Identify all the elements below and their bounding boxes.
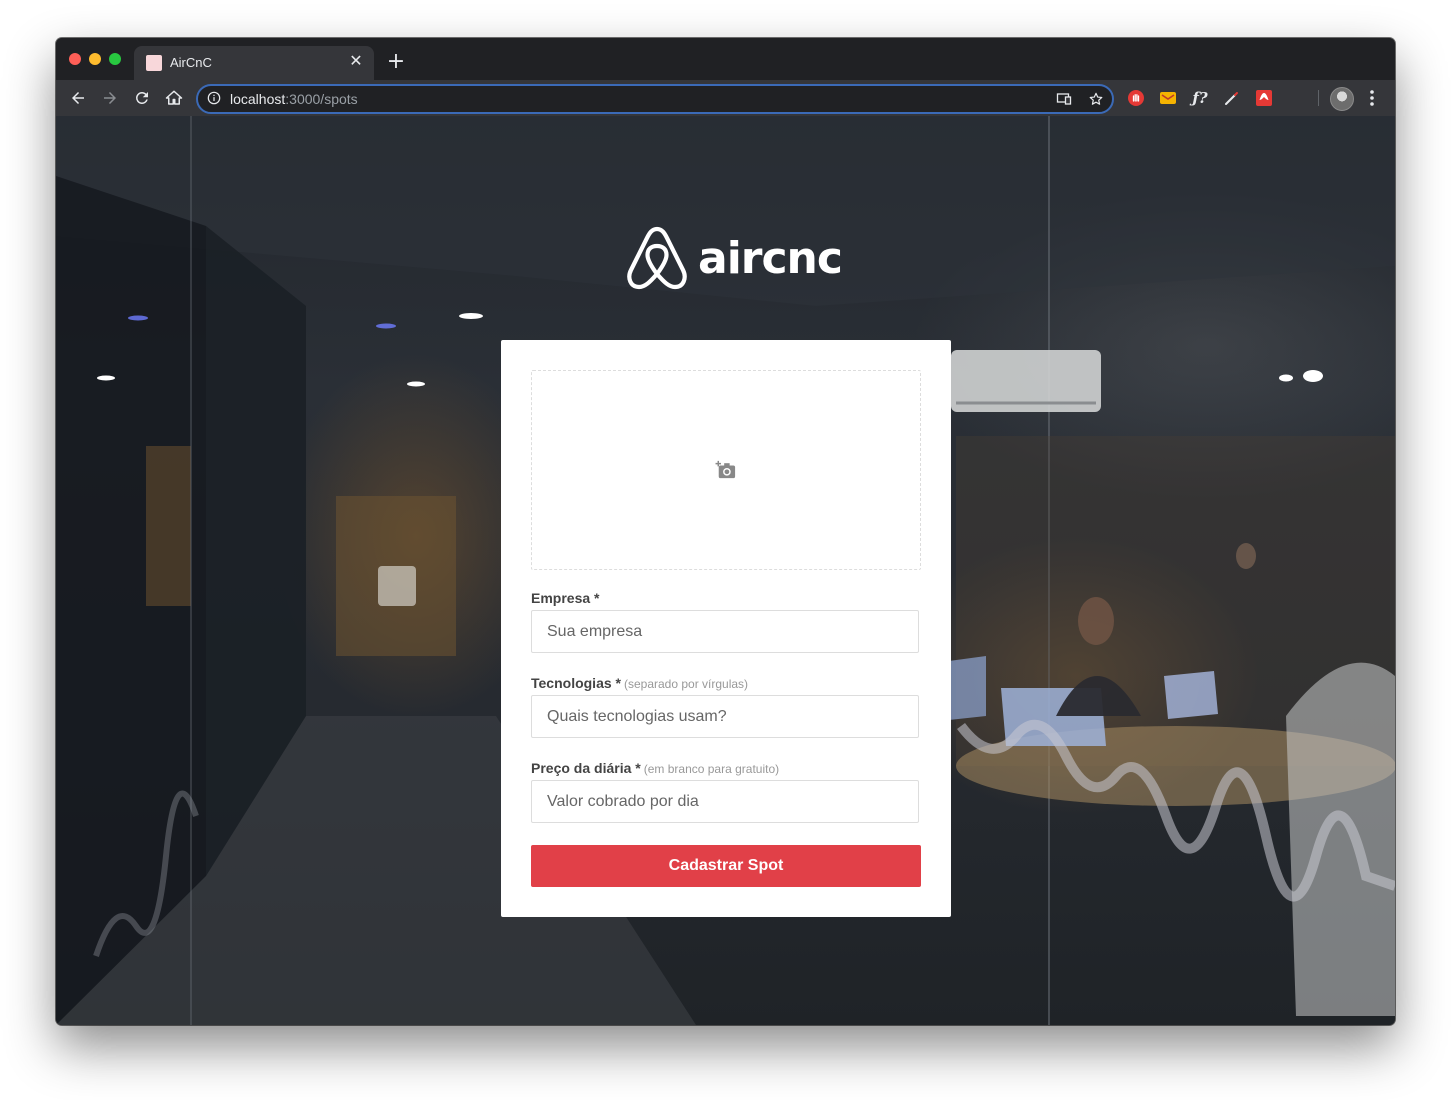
submit-spot-button[interactable]: Cadastrar Spot	[531, 845, 921, 887]
tab-title: AirCnC	[170, 55, 212, 70]
arrow-right-icon	[104, 92, 116, 104]
techs-label-text: Tecnologias *	[531, 675, 621, 691]
techs-hint: (separado por vírgulas)	[623, 677, 749, 691]
price-label: Preço da diária * (em branco para gratuit…	[531, 760, 779, 776]
extension-hand-icon[interactable]	[1127, 89, 1145, 107]
window-minimize-button[interactable]	[89, 53, 101, 65]
menu-dots-icon[interactable]	[1366, 88, 1378, 108]
window-close-button[interactable]	[69, 53, 81, 65]
arrow-left-icon	[72, 92, 84, 104]
home-icon	[165, 90, 183, 105]
home-button[interactable]	[161, 85, 187, 111]
url-host: localhost	[230, 91, 286, 107]
tab-strip: AirCnC ✕ +	[56, 38, 1395, 80]
extension-mail-icon[interactable]	[1159, 89, 1177, 107]
toolbar-separator	[1318, 90, 1319, 106]
favicon-icon	[146, 55, 162, 71]
aircnc-logo: aircnc	[626, 226, 843, 290]
company-label: Empresa *	[531, 590, 599, 606]
reload-icon	[136, 92, 148, 104]
extension-font-icon[interactable]: ƒ?	[1191, 89, 1209, 107]
url-path: :3000/spots	[285, 91, 358, 107]
address-bar[interactable]: localhost:3000/spots	[196, 84, 1114, 114]
airbnb-belo-icon	[627, 226, 687, 290]
window-maximize-button[interactable]	[109, 53, 121, 65]
company-input[interactable]	[531, 610, 919, 653]
url-text[interactable]: localhost:3000/spots	[230, 91, 358, 107]
add-photo-icon	[715, 460, 736, 479]
cast-icon[interactable]	[1056, 91, 1072, 107]
new-tab-button[interactable]: +	[384, 51, 408, 75]
reload-button[interactable]	[129, 85, 155, 111]
extension-aircnc-icon[interactable]	[1255, 89, 1273, 107]
browser-window: AirCnC ✕ + localhost:3000/spots ƒ? aircn…	[56, 38, 1395, 1025]
extension-pen-icon[interactable]	[1223, 89, 1241, 107]
new-spot-form: Empresa * Tecnologias *(separado por vír…	[501, 340, 951, 917]
price-hint: (em branco para gratuito)	[643, 762, 780, 776]
browser-toolbar: localhost:3000/spots ƒ?	[56, 80, 1395, 116]
back-button[interactable]	[65, 85, 91, 111]
info-icon[interactable]	[207, 91, 221, 105]
star-icon[interactable]	[1088, 91, 1104, 107]
company-label-text: Empresa *	[531, 590, 600, 606]
techs-input[interactable]	[531, 695, 919, 738]
page-content: aircnc Empresa * Tecnologias *(separado …	[56, 116, 1395, 1025]
thumbnail-upload[interactable]	[531, 370, 921, 570]
techs-label: Tecnologias * (separado por vírgulas)	[531, 675, 748, 691]
profile-avatar[interactable]	[1330, 87, 1354, 111]
forward-button[interactable]	[97, 85, 123, 111]
logo-text: aircnc	[698, 232, 843, 284]
tab-close-icon[interactable]: ✕	[346, 52, 366, 72]
price-input[interactable]	[531, 780, 919, 823]
browser-tab[interactable]: AirCnC ✕	[134, 46, 374, 80]
price-label-text: Preço da diária *	[531, 760, 641, 776]
